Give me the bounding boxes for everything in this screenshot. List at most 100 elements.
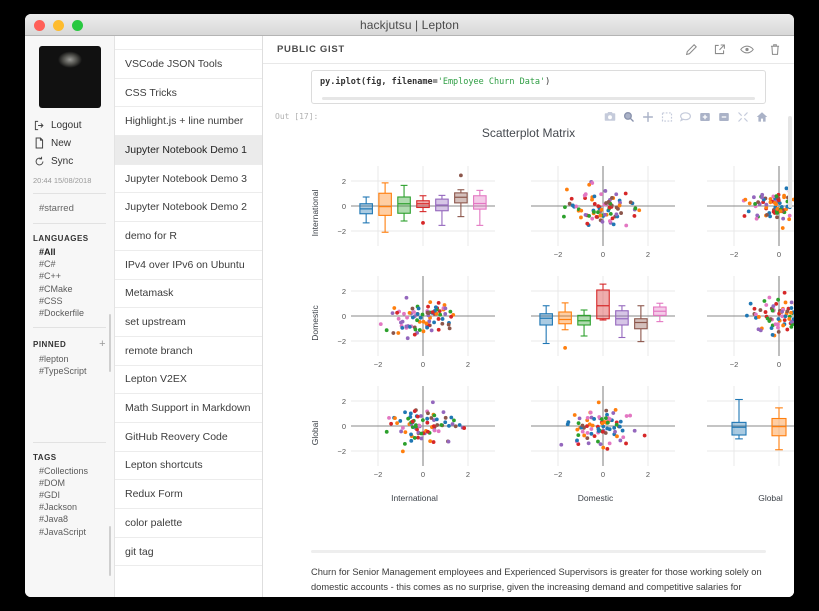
sidebar-action-logout[interactable]: Logout <box>25 116 114 134</box>
sidebar-language-dockerfile[interactable]: #Dockerfile <box>25 307 114 319</box>
subplot-r2c3-scatter[interactable]: −202 <box>679 270 794 378</box>
code-line: py.iplot(fig, filename='Employee Churn D… <box>320 77 757 87</box>
svg-text:0: 0 <box>421 470 425 479</box>
subplot-r2c2-box[interactable] <box>503 270 681 378</box>
box-select-icon[interactable] <box>660 110 673 123</box>
sidebar-tag-javascript[interactable]: #JavaScript <box>25 526 114 538</box>
list-item-partial[interactable] <box>115 36 262 50</box>
subplot-r1c3-scatter[interactable]: −202 <box>679 160 794 268</box>
svg-text:−2: −2 <box>554 250 563 259</box>
sidebar-tag-dom[interactable]: #DOM <box>25 477 114 489</box>
gist-description: Churn for Senior Management employees an… <box>263 542 794 597</box>
plotly-figure[interactable]: Scatterplot Matrix International Domesti… <box>283 124 794 524</box>
svg-text:2: 2 <box>342 397 346 406</box>
lasso-select-icon[interactable] <box>679 110 692 123</box>
sidebar-pinned-typescript[interactable]: #TypeScript <box>25 365 114 377</box>
camera-icon[interactable] <box>603 110 616 123</box>
subplot-r3c1-scatter[interactable]: −2 0 2 −2 0 2 <box>323 380 503 488</box>
list-item-selected[interactable]: Jupyter Notebook Demo 1 <box>115 136 262 165</box>
sidebar-section-languages: LANGUAGES <box>25 226 114 246</box>
window-titlebar: hackjutsu | Lepton <box>25 14 794 36</box>
edit-icon[interactable] <box>684 43 698 57</box>
code-cell[interactable]: py.iplot(fig, filename='Employee Churn D… <box>311 70 766 104</box>
list-item[interactable]: Lepton shortcuts <box>115 452 262 481</box>
languages-header-label: LANGUAGES <box>33 234 89 243</box>
svg-text:−2: −2 <box>337 227 346 236</box>
logout-icon <box>33 119 45 131</box>
zoom-out-icon[interactable] <box>717 110 730 123</box>
section-divider <box>311 550 766 553</box>
home-reset-icon[interactable] <box>755 110 768 123</box>
list-item[interactable]: Metamask <box>115 280 262 309</box>
external-link-icon[interactable] <box>712 43 726 57</box>
pinned-header-label: PINNED <box>33 339 67 349</box>
list-item[interactable]: demo for R <box>115 222 262 251</box>
svg-text:−2: −2 <box>554 470 563 479</box>
sidebar-pinned-lepton[interactable]: #lepton <box>25 353 114 365</box>
subplot-r1c2-scatter[interactable]: −2 0 2 <box>503 160 681 268</box>
list-item[interactable]: VSCode JSON Tools <box>115 50 262 79</box>
sidebar-tag-jackson[interactable]: #Jackson <box>25 501 114 513</box>
list-item[interactable]: Jupyter Notebook Demo 2 <box>115 193 262 223</box>
sync-timestamp: 20:44 15/08/2018 <box>33 176 92 185</box>
trash-icon[interactable] <box>768 43 782 57</box>
sidebar-language-all[interactable]: #All <box>25 246 114 258</box>
zoom-icon[interactable] <box>622 110 635 123</box>
col-label-international: International <box>391 493 438 503</box>
languages-scrollbar[interactable] <box>109 314 111 372</box>
sidebar-language-css[interactable]: #CSS <box>25 295 114 307</box>
subplot-r2c1-scatter[interactable]: −2 0 2 −2 0 2 <box>323 270 503 378</box>
sidebar-divider-1 <box>33 193 106 194</box>
code-horizontal-scrollbar[interactable] <box>322 97 755 100</box>
traffic-light-controls[interactable] <box>34 20 83 31</box>
sidebar-section-pinned: PINNED + <box>25 330 114 353</box>
list-item[interactable]: Redux Form <box>115 480 262 509</box>
svg-text:2: 2 <box>466 360 470 369</box>
content-body: py.iplot(fig, filename='Employee Churn D… <box>263 64 794 597</box>
sidebar-action-sync[interactable]: Sync <box>25 152 114 170</box>
scatterplot-matrix: International Domestic Global Internatio… <box>283 148 794 503</box>
close-window-icon[interactable] <box>34 20 45 31</box>
subplot-r3c2-scatter[interactable]: −2 0 2 <box>503 380 681 488</box>
sidebar-tag-collections[interactable]: #Collections <box>25 465 114 477</box>
sidebar-tag-gdi[interactable]: #GDI <box>25 489 114 501</box>
sidebar-divider-2 <box>33 223 106 224</box>
sidebar-action-new[interactable]: New <box>25 134 114 152</box>
subplot-r1c1-box[interactable]: −2 0 2 <box>323 160 503 268</box>
content-header: PUBLIC GIST <box>263 36 794 64</box>
list-item[interactable]: IPv4 over IPv6 on Ubuntu <box>115 251 262 280</box>
list-item[interactable]: Math Support in Markdown <box>115 394 262 423</box>
autoscale-icon[interactable] <box>736 110 749 123</box>
sidebar-language-csharp[interactable]: #C# <box>25 258 114 270</box>
zoom-in-icon[interactable] <box>698 110 711 123</box>
new-file-icon <box>33 137 45 149</box>
list-item[interactable]: Jupyter Notebook Demo 3 <box>115 165 262 194</box>
content-scrollbar[interactable] <box>788 116 792 208</box>
pan-icon[interactable] <box>641 110 654 123</box>
tags-scrollbar[interactable] <box>109 526 111 576</box>
list-item[interactable]: remote branch <box>115 337 262 366</box>
add-pinned-button[interactable]: + <box>99 338 106 350</box>
sidebar-tag-java8[interactable]: #Java8 <box>25 513 114 525</box>
list-item[interactable]: Highlight.js + line number <box>115 107 262 137</box>
minimize-window-icon[interactable] <box>53 20 64 31</box>
svg-text:0: 0 <box>342 422 346 431</box>
list-item[interactable]: set upstream <box>115 308 262 337</box>
list-item[interactable]: git tag <box>115 538 262 567</box>
eye-icon[interactable] <box>740 43 754 57</box>
tags-header-label: TAGS <box>33 452 57 462</box>
list-item[interactable]: color palette <box>115 509 262 538</box>
svg-text:2: 2 <box>342 177 346 186</box>
sidebar-item-starred[interactable]: #starred <box>25 196 114 221</box>
svg-text:−2: −2 <box>730 360 739 369</box>
list-item[interactable]: GitHub Reovery Code <box>115 423 262 452</box>
content-actions <box>684 43 782 57</box>
subplot-r3c3-box[interactable] <box>679 380 794 488</box>
maximize-window-icon[interactable] <box>72 20 83 31</box>
svg-text:−2: −2 <box>374 470 383 479</box>
sidebar-language-cmake[interactable]: #CMake <box>25 283 114 295</box>
sidebar-language-cpp[interactable]: #C++ <box>25 270 114 282</box>
list-item[interactable]: CSS Tricks <box>115 79 262 108</box>
window-title: hackjutsu | Lepton <box>360 17 459 32</box>
list-item[interactable]: Lepton V2EX <box>115 366 262 395</box>
